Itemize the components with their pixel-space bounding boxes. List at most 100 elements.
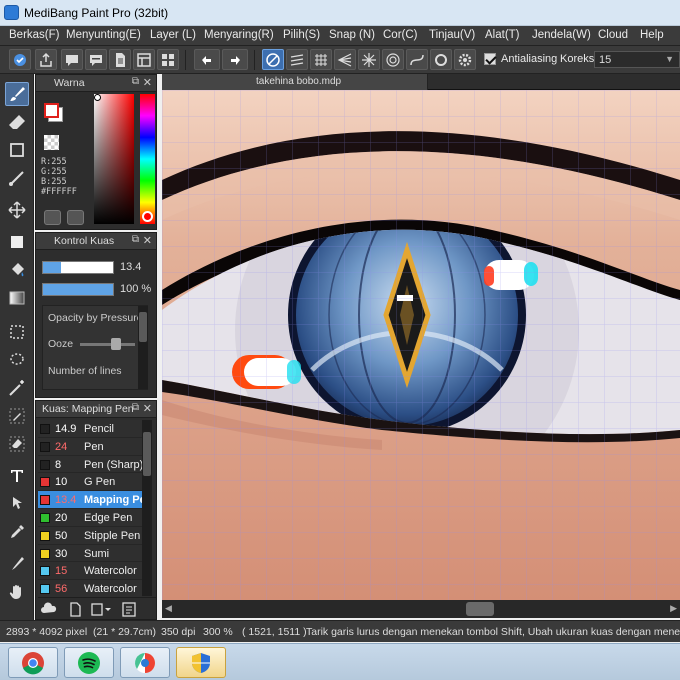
selection-eraser-tool[interactable] (5, 432, 29, 456)
eraser-tool[interactable] (5, 110, 29, 134)
hue-slider[interactable] (140, 94, 155, 224)
grid-snap-button[interactable] (310, 49, 332, 70)
correction-select[interactable]: 15 ▼ (594, 51, 680, 68)
cloud-save-button[interactable] (9, 49, 31, 70)
line-tool[interactable] (5, 166, 29, 190)
brush-opacity-slider[interactable] (42, 283, 114, 296)
parallel-snap-button[interactable] (286, 49, 308, 70)
transparent-color-swatch[interactable] (44, 135, 59, 150)
comment-button[interactable] (61, 49, 83, 70)
menu-alat[interactable]: Alat(T) (485, 29, 520, 41)
fill-rect-tool[interactable] (5, 230, 29, 254)
brush-opacity-value[interactable]: 100 % (120, 283, 151, 295)
hand-tool[interactable] (5, 580, 29, 604)
antialiasing-checkbox[interactable] (484, 53, 496, 65)
layout-button[interactable] (133, 49, 155, 70)
settings-button[interactable] (454, 49, 476, 70)
menu-snap[interactable]: Snap (N) (329, 29, 375, 41)
select-tool[interactable] (5, 320, 29, 344)
snap-settings-button[interactable] (430, 49, 452, 70)
opacity-pressure-option[interactable]: Opacity by Pressure (48, 312, 143, 324)
eyedropper-tool[interactable] (5, 520, 29, 544)
scrollbar-thumb[interactable] (139, 312, 147, 342)
maximize-icon[interactable]: ⧉ (132, 402, 139, 413)
taskbar-security[interactable] (176, 647, 226, 678)
brush-options-scrollbar[interactable] (138, 306, 148, 389)
undo-button[interactable] (194, 49, 220, 70)
brush-list-item[interactable]: 20 Edge Pen (38, 508, 142, 527)
brush-size-value[interactable]: 13.4 (120, 261, 141, 273)
add-brush-cloud-button[interactable] (40, 601, 58, 617)
lasso-tool[interactable] (5, 348, 29, 372)
menu-menyunting[interactable]: Menyunting(E) (66, 29, 141, 41)
scrollbar-thumb[interactable] (466, 602, 494, 616)
curve-snap-button[interactable] (406, 49, 428, 70)
menu-pilih[interactable]: Pilih(S) (283, 29, 320, 41)
move-tool[interactable] (5, 198, 29, 222)
menu-jendela[interactable]: Jendela(W) (532, 29, 591, 41)
ooze-slider[interactable] (80, 343, 135, 346)
scroll-right-icon[interactable]: ▶ (670, 603, 677, 614)
brush-list-scrollbar[interactable] (142, 420, 152, 596)
new-brush-button[interactable] (66, 601, 84, 617)
saturation-value-picker[interactable] (94, 94, 134, 224)
palette-button[interactable] (44, 210, 61, 225)
menu-cloud[interactable]: Cloud (598, 29, 628, 41)
close-icon[interactable]: ✕ (143, 402, 152, 415)
ooze-slider-handle[interactable] (111, 338, 121, 350)
taskbar-chrome[interactable] (8, 647, 58, 678)
menu-help[interactable]: Help (640, 29, 664, 41)
brush-list-item[interactable]: 30 Sumi (38, 544, 142, 563)
snap-off-button[interactable] (262, 49, 284, 70)
brush-list-item[interactable]: 24 Pen (38, 437, 142, 456)
hue-slider-handle[interactable] (142, 211, 153, 222)
menu-layer[interactable]: Layer (L) (150, 29, 196, 41)
menu-berkas[interactable]: Berkas(F) (9, 29, 59, 41)
selection-pen-tool[interactable] (5, 404, 29, 428)
share-button[interactable] (35, 49, 57, 70)
brush-menu-button[interactable] (90, 601, 114, 617)
maximize-icon[interactable]: ⧉ (132, 76, 139, 87)
circle-snap-button[interactable] (382, 49, 404, 70)
menu-cor[interactable]: Cor(C) (383, 29, 418, 41)
radial-snap-button[interactable] (358, 49, 380, 70)
brush-properties-button[interactable] (120, 601, 138, 617)
canvas-horizontal-scrollbar[interactable]: ◀ ▶ (162, 600, 680, 618)
message-button[interactable] (85, 49, 107, 70)
divide-tool[interactable] (5, 492, 29, 516)
menu-menyaring[interactable]: Menyaring(R) (204, 29, 274, 41)
close-icon[interactable]: ✕ (143, 76, 152, 89)
redo-button[interactable] (222, 49, 248, 70)
brush-list-item[interactable]: 15 Watercolor (38, 562, 142, 581)
brush-list-item[interactable]: 14.9 Pencil (38, 420, 142, 438)
message-icon (90, 54, 102, 66)
document-tab[interactable]: takehina bobo.mdp (162, 74, 428, 90)
taskbar-medibang[interactable] (120, 647, 170, 678)
brush-list-item[interactable]: 8 Pen (Sharp) (38, 455, 142, 474)
brush-list-item[interactable]: 10 G Pen (38, 473, 142, 492)
brush-size-slider[interactable] (42, 261, 114, 274)
taskbar-spotify[interactable] (64, 647, 114, 678)
primary-color-swatch[interactable] (44, 103, 59, 118)
color-settings-button[interactable] (67, 210, 84, 225)
document-button[interactable] (109, 49, 131, 70)
maximize-icon[interactable]: ⧉ (132, 234, 139, 245)
eyedropper-alt-tool[interactable] (5, 552, 29, 576)
color-picker-cursor[interactable] (94, 94, 101, 101)
bucket-tool[interactable] (5, 258, 29, 282)
drawing-canvas[interactable] (162, 90, 680, 600)
gradient-tool[interactable] (5, 286, 29, 310)
brush-list-item[interactable]: 56 Watercolor (38, 580, 142, 598)
brush-list-item[interactable]: 13.4 Mapping Pen (38, 491, 142, 509)
panel-button[interactable] (157, 49, 179, 70)
vanishing-snap-button[interactable] (334, 49, 356, 70)
text-tool[interactable] (5, 464, 29, 488)
rectangle-tool[interactable] (5, 138, 29, 162)
brush-tool[interactable] (5, 82, 29, 106)
magic-wand-tool[interactable] (5, 376, 29, 400)
scroll-left-icon[interactable]: ◀ (165, 603, 172, 614)
brush-list-item[interactable]: 50 Stipple Pen (38, 526, 142, 545)
close-icon[interactable]: ✕ (143, 234, 152, 247)
scrollbar-thumb[interactable] (143, 432, 151, 476)
menu-tinjau[interactable]: Tinjau(V) (429, 29, 475, 41)
